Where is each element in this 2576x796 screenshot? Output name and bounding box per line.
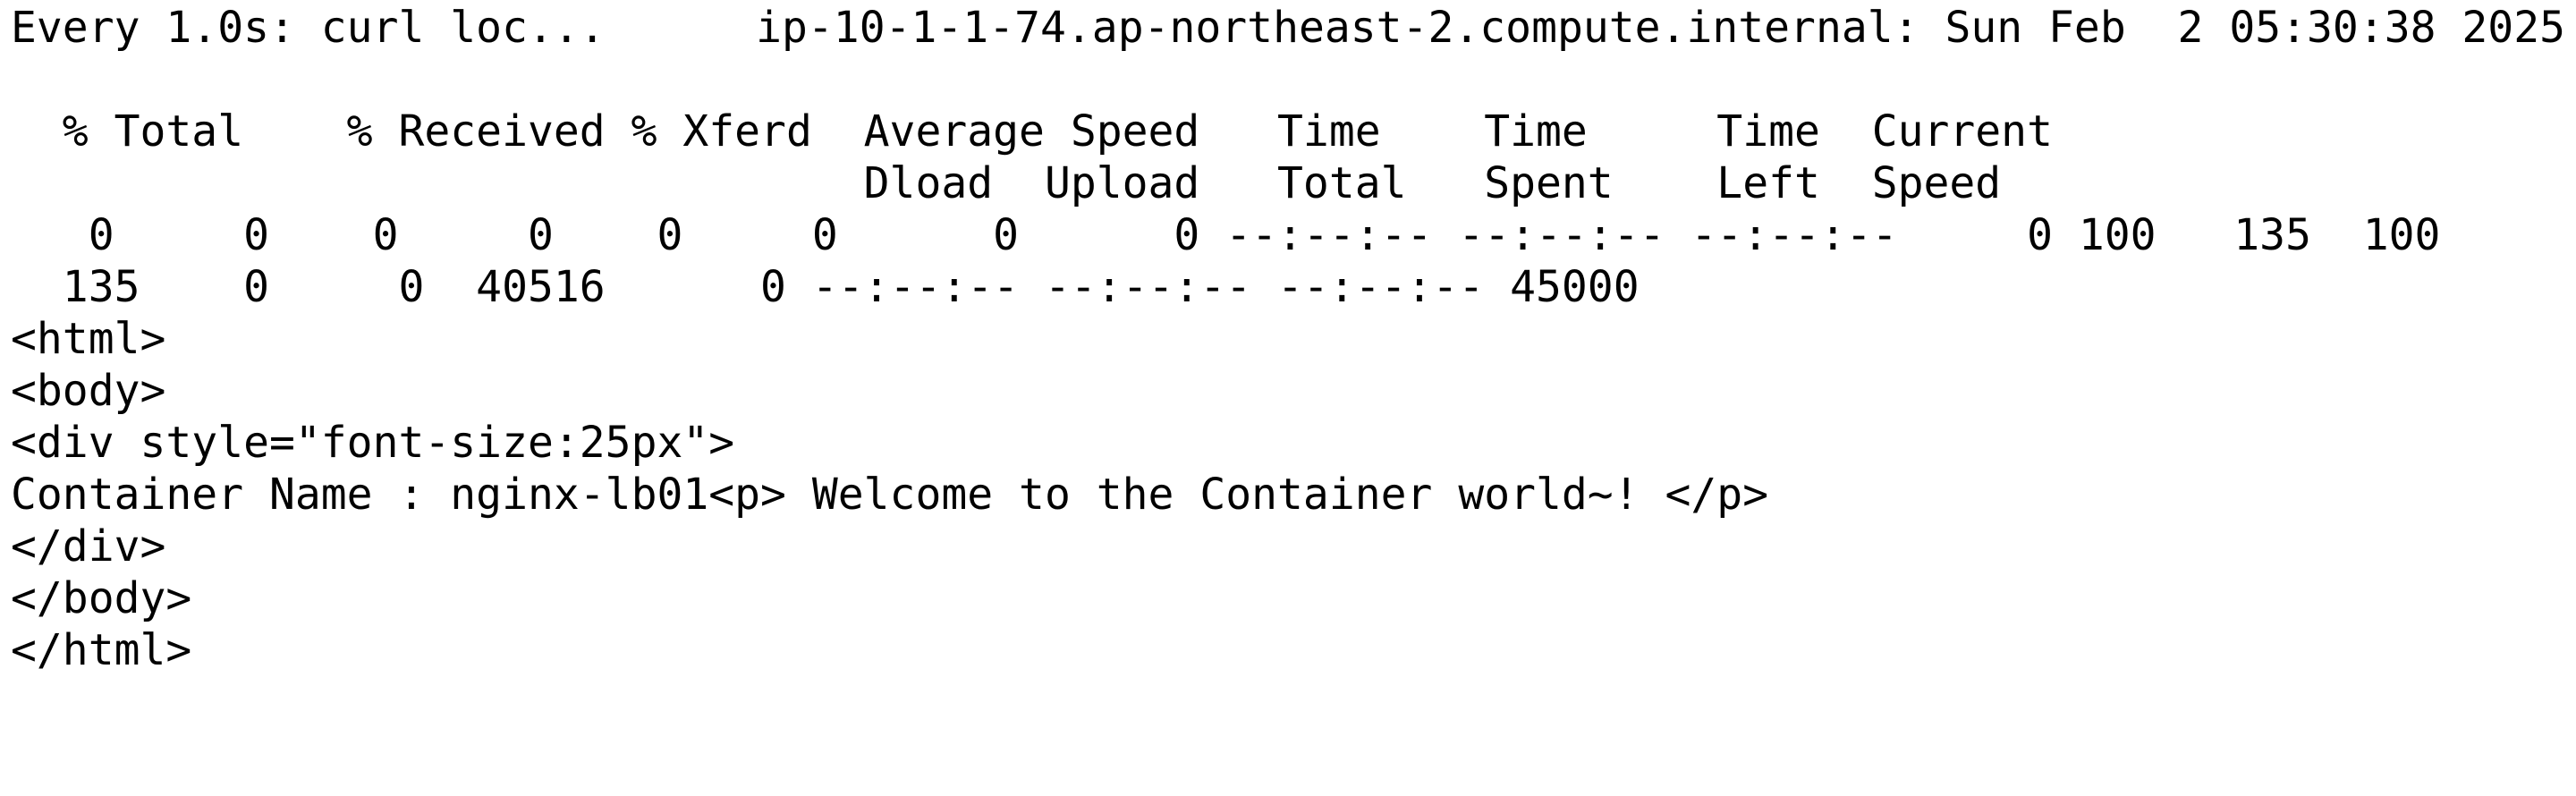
curl-progress-row-1: 0 0 0 0 0 0 0 0 --:--:-- --:--:-- --:--:… xyxy=(11,210,2441,260)
container-name-line: Container Name : nginx-lb01<p> Welcome t… xyxy=(11,470,1769,520)
html-output-line: <div style="font-size:25px"> xyxy=(11,418,735,468)
curl-progress-header-2: Dload Upload Total Spent Left Speed xyxy=(11,158,2002,208)
html-output-line: <html> xyxy=(11,314,166,364)
terminal-window[interactable]: Every 1.0s: curl loc... ip-10-1-1-74.ap-… xyxy=(0,0,2576,796)
curl-progress-header-1: % Total % Received % Xferd Average Speed… xyxy=(11,106,2053,157)
watch-host-timestamp: ip-10-1-1-74.ap-northeast-2.compute.inte… xyxy=(756,3,2565,53)
curl-progress-row-2: 135 0 0 40516 0 --:--:-- --:--:-- --:--:… xyxy=(11,262,1640,312)
html-output-line: </html> xyxy=(11,625,192,675)
watch-command: Every 1.0s: curl loc... xyxy=(11,3,606,53)
html-output-line: </body> xyxy=(11,573,192,623)
html-output-line: </div> xyxy=(11,521,166,572)
html-output-line: <body> xyxy=(11,366,166,416)
watch-header: Every 1.0s: curl loc... ip-10-1-1-74.ap-… xyxy=(11,2,2565,54)
